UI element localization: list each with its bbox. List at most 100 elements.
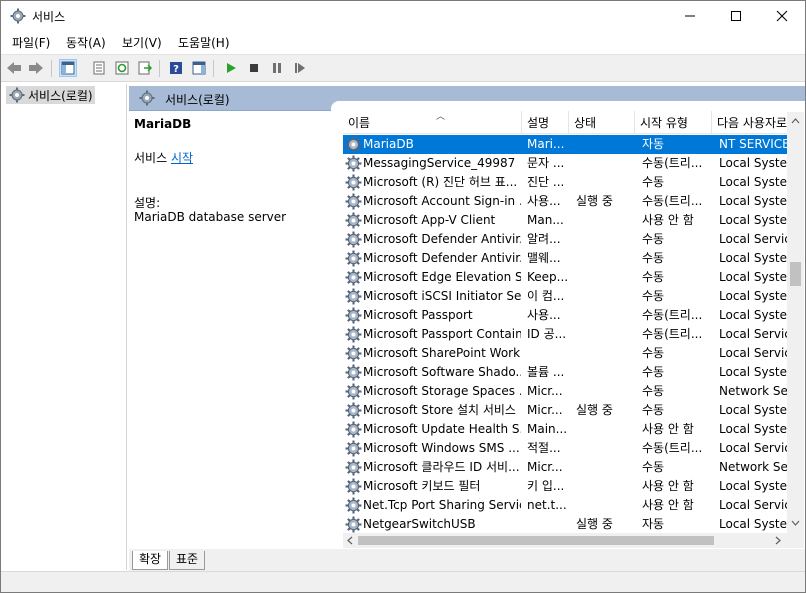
service-gear-icon <box>345 212 362 229</box>
service-status <box>576 135 634 154</box>
service-startup-type: 수동(트리... <box>642 194 703 208</box>
menu-view[interactable]: 보기(V) <box>122 34 162 51</box>
service-row[interactable]: Microsoft Defender Antivir... 알려... 수동 Loca… <box>343 230 789 249</box>
service-row[interactable]: Microsoft iSCSI Initiator Se... 이 컴... 수동 L… <box>343 287 789 306</box>
close-button[interactable] <box>759 1 805 31</box>
export-icon <box>138 61 152 75</box>
tree-item-services-local[interactable]: 서비스(로컬) <box>6 86 95 104</box>
maximize-icon <box>731 11 741 21</box>
scroll-left-icon[interactable] <box>343 533 357 548</box>
help-button[interactable]: ? <box>167 59 185 77</box>
services-gear-icon <box>9 87 25 103</box>
service-gear-icon <box>345 459 362 476</box>
menu-help[interactable]: 도움말(H) <box>178 34 230 51</box>
start-service-link[interactable]: 시작 <box>171 151 193 165</box>
service-row[interactable]: Microsoft (R) 진단 허브 표... 진단 ... 수동 Local Sy… <box>343 173 789 192</box>
menu-action[interactable]: 동작(A) <box>66 34 106 51</box>
service-row[interactable]: MessagingService_49987 문자 ... 수동(트리... Loca… <box>343 154 789 173</box>
service-row[interactable]: Microsoft 키보드 필터 키 입... 사용 안 함 Local System <box>343 477 789 496</box>
service-gear-icon <box>345 383 362 400</box>
scroll-right-icon[interactable] <box>771 533 785 548</box>
column-header-status[interactable]: 상태 <box>569 111 635 134</box>
service-row[interactable]: Microsoft Windows SMS ... 적절... 수동(트리... Lo… <box>343 439 789 458</box>
minimize-button[interactable] <box>667 1 713 31</box>
service-row[interactable]: Microsoft Passport Container ID 공... 수동(트리… <box>343 325 789 344</box>
service-description: Keep... <box>527 270 567 284</box>
service-status <box>576 211 634 230</box>
tab-extended[interactable]: 확장 <box>132 551 169 570</box>
service-startup-type: 자동 <box>642 517 665 531</box>
service-description <box>527 344 567 363</box>
content-header-title: 서비스(로컬) <box>165 93 230 107</box>
properties-button[interactable] <box>90 59 108 77</box>
service-description: Micr... <box>527 384 563 398</box>
services-window: 서비스 파일(F) 동작(A) 보기(V) 도움말(H) ? 서비스(로컬) 서… <box>0 0 806 593</box>
action-pane-button[interactable] <box>190 59 208 77</box>
service-row[interactable]: Microsoft Account Sign-in ... 사용... 실행 중 수동… <box>343 192 789 211</box>
service-status <box>576 230 634 249</box>
export-list-button[interactable] <box>136 59 154 77</box>
service-row[interactable]: MariaDB Mari... 자동 NT SERVICE\MariaDB <box>343 135 789 154</box>
column-header-logon-as[interactable]: 다음 사용자로 <box>712 111 789 134</box>
service-row[interactable]: Microsoft Storage Spaces ... Micr... 수동 Net… <box>343 382 789 401</box>
horizontal-scrollbar[interactable] <box>343 533 787 548</box>
service-description: 맬웨... <box>527 251 561 265</box>
service-startup-type: 자동 <box>642 137 665 151</box>
service-row[interactable]: NetgearSwitchUSB 실행 중 자동 Local System <box>343 515 789 534</box>
service-status: 실행 중 <box>576 517 613 531</box>
service-gear-icon <box>345 497 362 514</box>
service-row[interactable]: Net.Tcp Port Sharing Service net.t... 사용 안… <box>343 496 789 515</box>
service-name: Microsoft SharePoint Work... <box>363 346 521 360</box>
service-action-prefix: 서비스 <box>134 151 168 165</box>
back-arrow-icon <box>7 62 21 74</box>
service-gear-icon <box>345 307 362 324</box>
pause-service-button[interactable] <box>268 59 286 77</box>
service-row[interactable]: Microsoft Store 설치 서비스 Micr... 실행 중 수동 Local… <box>343 401 789 420</box>
scroll-down-icon[interactable] <box>787 516 804 530</box>
maximize-button[interactable] <box>713 1 759 31</box>
service-startup-type: 사용 안 함 <box>642 479 694 493</box>
service-status <box>576 420 634 439</box>
service-startup-type: 수동 <box>642 403 665 417</box>
show-console-tree-button[interactable] <box>59 59 77 77</box>
tab-standard[interactable]: 표준 <box>169 551 206 570</box>
vertical-scroll-thumb[interactable] <box>790 262 801 286</box>
service-status <box>576 439 634 458</box>
service-status <box>576 249 634 268</box>
column-header-name[interactable]: ︿ 이름 <box>343 111 522 134</box>
service-name: MariaDB <box>363 137 414 151</box>
forward-button[interactable] <box>27 59 45 77</box>
service-row[interactable]: Microsoft Edge Elevation S... Keep... 수동 Lo… <box>343 268 789 287</box>
service-startup-type: 수동 <box>642 251 665 265</box>
menu-file[interactable]: 파일(F) <box>12 34 50 51</box>
service-row[interactable]: Microsoft Passport 사용... 수동(트리... Local Sys… <box>343 306 789 325</box>
column-header-description[interactable]: 설명 <box>522 111 569 134</box>
refresh-button[interactable] <box>113 59 131 77</box>
description-text: MariaDB database server <box>134 210 287 224</box>
stop-service-button[interactable] <box>245 59 263 77</box>
service-description <box>527 515 567 534</box>
restart-service-button[interactable] <box>291 59 309 77</box>
service-startup-type: 수동 <box>642 460 665 474</box>
column-header-startup-type[interactable]: 시작 유형 <box>635 111 712 134</box>
service-row[interactable]: Microsoft SharePoint Work... 수동 Local Serv… <box>343 344 789 363</box>
service-row[interactable]: Microsoft Defender Antivir... 맬웨... 수동 Loca… <box>343 249 789 268</box>
service-logon-as: Network Service <box>719 460 789 474</box>
service-logon-as: Local System <box>719 403 789 417</box>
service-row[interactable]: Microsoft Update Health S... Main... 사용 안 … <box>343 420 789 439</box>
scroll-up-icon[interactable] <box>787 114 804 128</box>
vertical-scrollbar[interactable] <box>787 112 804 548</box>
tree-item-label: 서비스(로컬) <box>28 88 93 103</box>
service-row[interactable]: Microsoft 클라우드 ID 서비... Micr... 수동 Network … <box>343 458 789 477</box>
service-name: Microsoft App-V Client <box>363 213 496 227</box>
horizontal-scroll-thumb[interactable] <box>358 536 714 545</box>
start-service-button[interactable] <box>222 59 240 77</box>
back-button[interactable] <box>5 59 23 77</box>
service-logon-as: Local System <box>719 251 789 265</box>
restart-icon <box>295 63 305 73</box>
menu-bar: 파일(F) 동작(A) 보기(V) 도움말(H) <box>1 31 805 53</box>
service-description: Mari... <box>527 137 565 151</box>
service-row[interactable]: Microsoft Software Shado... 볼륨 ... 수동 Local… <box>343 363 789 382</box>
service-row[interactable]: Microsoft App-V Client Man... 사용 안 함 Local … <box>343 211 789 230</box>
service-logon-as: Local System <box>719 270 789 284</box>
